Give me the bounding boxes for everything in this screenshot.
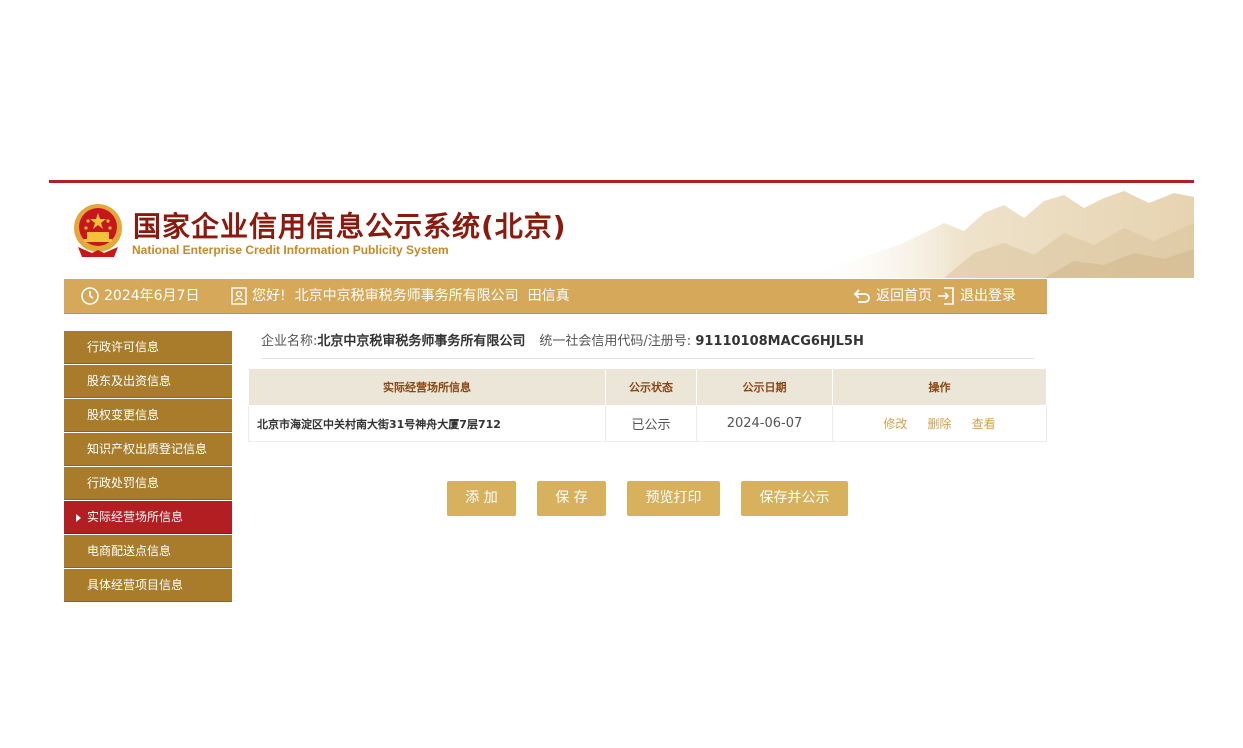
credit-code: 91110108MACG6HJL5H <box>695 334 864 349</box>
site-title: 国家企业信用信息公示系统(北京) <box>133 210 567 243</box>
sidebar-item-admin-license[interactable]: 行政许可信息 <box>64 331 232 364</box>
sidebar-item-business-items[interactable]: 具体经营项目信息 <box>64 569 232 602</box>
credit-code-label: 统一社会信用代码/注册号: <box>539 334 692 349</box>
sidebar-item-label: 行政处罚信息 <box>87 476 160 490</box>
return-arrow-icon <box>853 289 870 303</box>
site-header: 国家企业信用信息公示系统(北京) National Enterprise Cre… <box>49 183 1194 278</box>
site-subtitle: National Enterprise Credit Information P… <box>132 243 449 257</box>
sidebar-item-ip-pledge[interactable]: 知识产权出质登记信息 <box>64 433 232 466</box>
home-label: 返回首页 <box>876 288 932 304</box>
view-link[interactable]: 查看 <box>972 417 996 431</box>
premises-table: 实际经营场所信息 公示状态 公示日期 操作 北京市海淀区中关村南大街31号神舟大… <box>248 368 1047 442</box>
national-emblem-icon <box>74 204 122 257</box>
save-publish-button[interactable]: 保存并公示 <box>741 481 848 516</box>
company-name: 北京中京税审税务师事务所有限公司 <box>317 334 526 349</box>
sidebar-item-equity-change[interactable]: 股权变更信息 <box>64 399 232 432</box>
column-header-address: 实际经营场所信息 <box>248 368 606 406</box>
column-header-date: 公示日期 <box>696 368 833 406</box>
sidebar-item-label: 股东及出资信息 <box>87 374 172 388</box>
home-link[interactable]: 返回首页 <box>853 279 932 313</box>
user-card-icon <box>231 287 247 305</box>
sidebar-item-shareholders[interactable]: 股东及出资信息 <box>64 365 232 398</box>
logout-link[interactable]: 退出登录 <box>937 279 1016 313</box>
actions-cell: 修改 删除 查看 <box>832 405 1047 442</box>
user-company: 北京中京税审税务师事务所有限公司 <box>294 288 519 304</box>
top-nav-bar: 2024年6月7日 您好! 北京中京税审税务师事务所有限公司 田信真 返回首页 … <box>64 279 1047 314</box>
user-greeting: 您好! 北京中京税审税务师事务所有限公司 田信真 <box>231 279 570 313</box>
mountain-decoration <box>804 191 1194 278</box>
greeting-text: 您好! <box>252 288 286 304</box>
date-text: 2024年6月7日 <box>104 288 200 304</box>
company-name-label: 企业名称: <box>261 334 318 349</box>
company-info-bar: 企业名称:北京中京税审税务师事务所有限公司 统一社会信用代码/注册号: 91110… <box>261 331 1034 359</box>
sidebar-item-label: 电商配送点信息 <box>87 544 172 558</box>
sidebar-item-ecommerce-delivery[interactable]: 电商配送点信息 <box>64 535 232 568</box>
sidebar-item-admin-penalty[interactable]: 行政处罚信息 <box>64 467 232 500</box>
sidebar-item-label: 行政许可信息 <box>87 340 160 354</box>
sidebar-item-business-premises[interactable]: 实际经营场所信息 <box>64 501 232 534</box>
address-cell: 北京市海淀区中关村南大街31号神舟大厦7层712 <box>248 405 606 442</box>
add-button[interactable]: 添 加 <box>447 481 516 516</box>
date-cell: 2024-06-07 <box>696 405 833 442</box>
save-button[interactable]: 保 存 <box>537 481 606 516</box>
user-name: 田信真 <box>527 288 570 304</box>
logout-label: 退出登录 <box>960 288 1016 304</box>
clock-icon <box>81 287 99 305</box>
sidebar-item-label: 知识产权出质登记信息 <box>87 442 208 456</box>
sidebar-item-label: 股权变更信息 <box>87 408 160 422</box>
date-display: 2024年6月7日 <box>81 279 199 313</box>
table-header-row: 实际经营场所信息 公示状态 公示日期 操作 <box>248 368 1047 406</box>
column-header-actions: 操作 <box>832 368 1047 406</box>
column-header-status: 公示状态 <box>605 368 697 406</box>
edit-link[interactable]: 修改 <box>883 417 907 431</box>
logout-icon <box>938 287 954 305</box>
preview-print-button[interactable]: 预览打印 <box>627 481 720 516</box>
table-row: 北京市海淀区中关村南大街31号神舟大厦7层712 已公示 2024-06-07 … <box>248 405 1047 442</box>
status-cell: 已公示 <box>605 405 697 442</box>
sidebar-item-label: 具体经营项目信息 <box>87 578 184 592</box>
sidebar-item-label: 实际经营场所信息 <box>87 510 184 524</box>
sidebar-menu: 行政许可信息 股东及出资信息 股权变更信息 知识产权出质登记信息 行政处罚信息 … <box>64 331 232 603</box>
active-arrow-icon <box>76 514 81 522</box>
delete-link[interactable]: 删除 <box>927 417 951 431</box>
